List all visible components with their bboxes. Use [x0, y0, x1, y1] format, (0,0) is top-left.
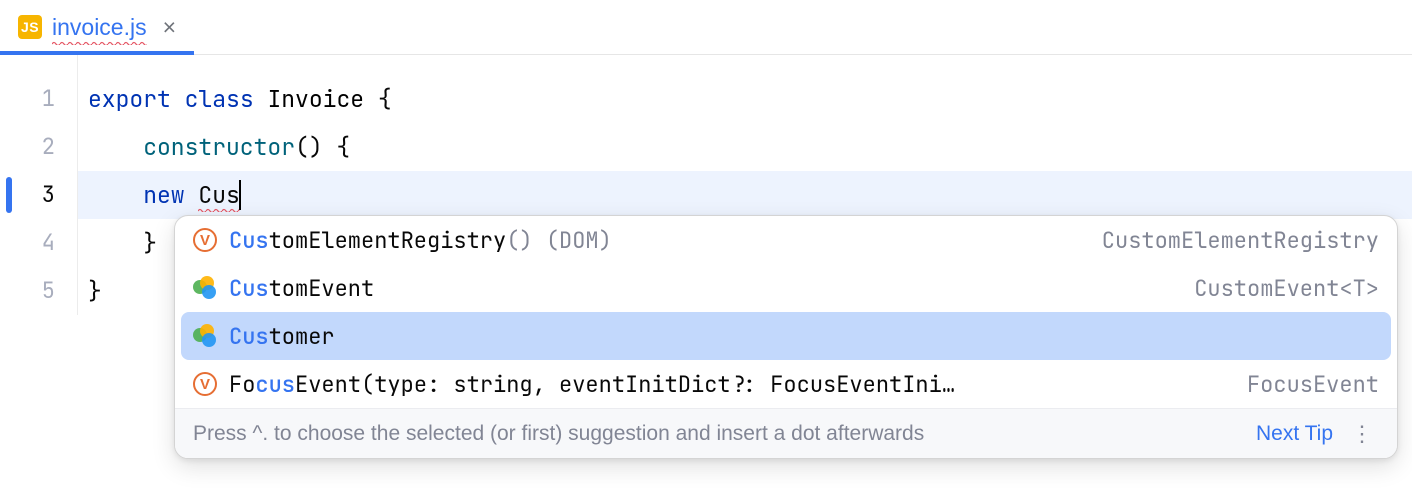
- line-number[interactable]: 3: [0, 171, 77, 219]
- completion-tip: Press ^. to choose the selected (or firs…: [193, 422, 1242, 446]
- line-number[interactable]: 4: [0, 219, 77, 267]
- completion-popup: V CustomElementRegistry() (DOM) CustomEl…: [174, 215, 1398, 459]
- completion-item[interactable]: V CustomElementRegistry() (DOM) CustomEl…: [175, 216, 1397, 264]
- line-number[interactable]: 1: [0, 75, 77, 123]
- line-number[interactable]: 5: [0, 267, 77, 315]
- tab-filename: invoice.js: [52, 14, 147, 41]
- variable-icon: V: [193, 228, 217, 252]
- code-line-active[interactable]: new Cus: [78, 171, 1412, 219]
- completion-footer: Press ^. to choose the selected (or firs…: [175, 408, 1397, 458]
- class-icon: [193, 324, 217, 348]
- code-line[interactable]: constructor() {: [78, 123, 1412, 171]
- tab-bar: JS invoice.js ×: [0, 0, 1412, 55]
- js-file-icon: JS: [18, 15, 42, 39]
- more-options-icon[interactable]: ⋮: [1347, 421, 1379, 447]
- error-squiggle-icon: [52, 41, 147, 45]
- completion-item[interactable]: V FocusEvent(type: string, eventInitDict…: [175, 360, 1397, 408]
- gutter: 1 2 3 4 5: [0, 55, 78, 315]
- line-number[interactable]: 2: [0, 123, 77, 171]
- tab-invoice-js[interactable]: JS invoice.js ×: [0, 0, 194, 54]
- code-line[interactable]: export class Invoice {: [78, 75, 1412, 123]
- variable-icon: V: [193, 372, 217, 396]
- class-icon: [193, 276, 217, 300]
- completion-item-type: CustomEvent<T>: [1194, 274, 1379, 303]
- completion-item-type: FocusEvent: [1247, 370, 1379, 399]
- completion-item-type: CustomElementRegistry: [1102, 226, 1379, 255]
- text-caret: [239, 180, 241, 210]
- completion-item-selected[interactable]: Customer: [181, 312, 1391, 360]
- tab-close-button[interactable]: ×: [163, 14, 176, 41]
- next-tip-link[interactable]: Next Tip: [1256, 422, 1333, 446]
- completion-item[interactable]: CustomEvent CustomEvent<T>: [175, 264, 1397, 312]
